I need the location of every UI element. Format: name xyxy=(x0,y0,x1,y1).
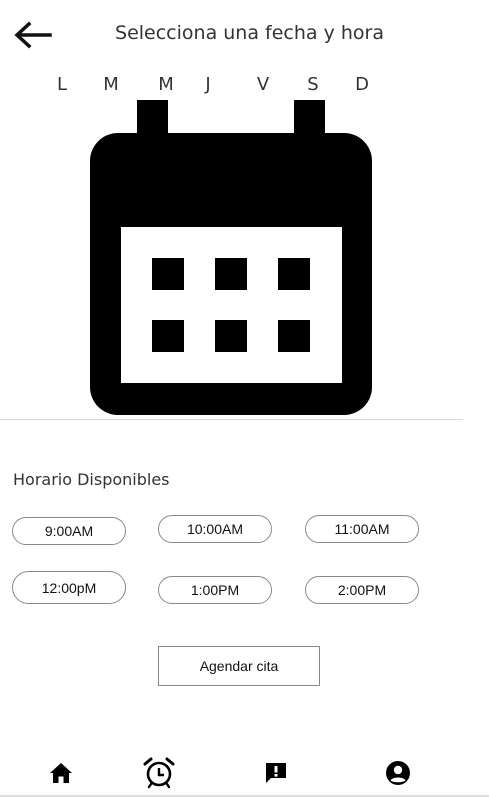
time-slot[interactable]: 2:00PM xyxy=(305,576,419,604)
bottom-nav xyxy=(0,748,489,797)
weekday-monday[interactable]: L xyxy=(50,74,74,95)
page-title: Selecciona una fecha y hora xyxy=(115,22,384,44)
alarm-clock-icon xyxy=(143,757,175,789)
weekday-sunday[interactable]: D xyxy=(350,74,374,95)
nav-account[interactable] xyxy=(380,756,416,790)
time-slot[interactable]: 12:00pM xyxy=(12,571,126,604)
feedback-icon xyxy=(266,763,286,783)
weekday-thursday[interactable]: J xyxy=(196,74,220,95)
weekday-selector: L M M J V S D xyxy=(0,74,489,98)
nav-feedback[interactable] xyxy=(258,756,294,790)
time-slot[interactable]: 11:00AM xyxy=(305,515,419,543)
account-icon xyxy=(386,761,410,785)
time-slot[interactable]: 10:00AM xyxy=(158,515,272,543)
weekday-saturday[interactable]: S xyxy=(301,74,325,95)
time-slot[interactable]: 1:00PM xyxy=(158,576,272,604)
time-slot[interactable]: 9:00AM xyxy=(12,517,126,545)
weekday-wednesday[interactable]: M xyxy=(154,74,178,95)
header: Selecciona una fecha y hora xyxy=(0,0,489,70)
book-appointment-button[interactable]: Agendar cita xyxy=(158,646,320,686)
schedule-title: Horario Disponibles xyxy=(13,470,170,489)
section-divider xyxy=(0,419,463,420)
weekday-friday[interactable]: V xyxy=(251,74,275,95)
home-icon xyxy=(50,763,72,783)
calendar-icon[interactable] xyxy=(90,100,372,415)
nav-home[interactable] xyxy=(43,756,79,790)
nav-alarm[interactable] xyxy=(141,756,177,790)
weekday-tuesday[interactable]: M xyxy=(99,74,123,95)
